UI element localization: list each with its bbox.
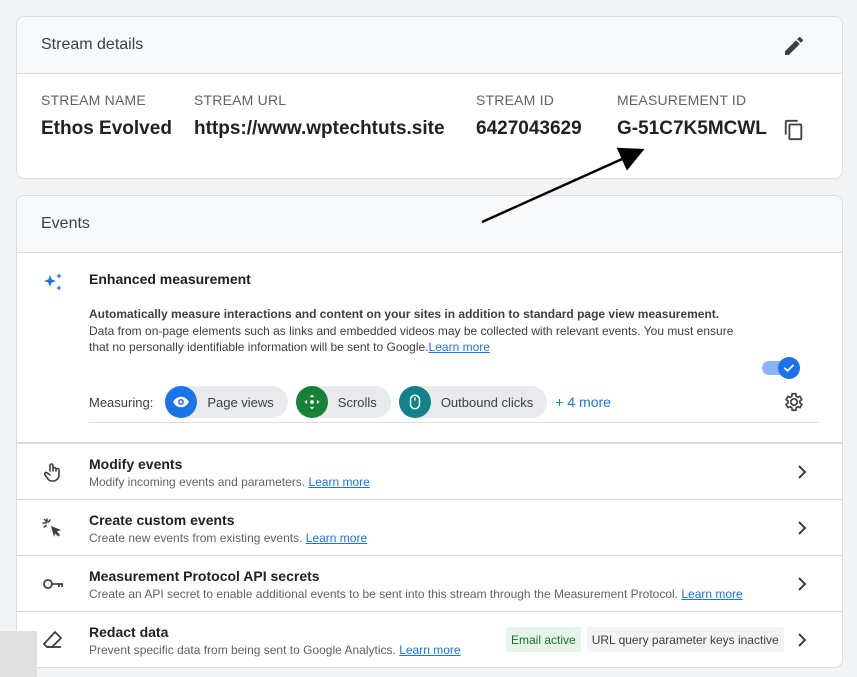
- redact-badges: Email active URL query parameter keys in…: [506, 627, 784, 652]
- row-modify-events[interactable]: Modify events Modify incoming events and…: [17, 444, 842, 500]
- modify-events-learn-more[interactable]: Learn more: [308, 475, 369, 489]
- chip-page-views-label: Page views: [207, 394, 274, 410]
- chevron-right-icon: [798, 465, 807, 479]
- chevron-right-icon: [798, 633, 807, 647]
- chip-page-views[interactable]: Page views: [165, 386, 288, 418]
- redact-data-learn-more[interactable]: Learn more: [399, 643, 460, 657]
- scroll-icon: [295, 386, 328, 418]
- row-redact-data-sub: Prevent specific data from being sent to…: [89, 643, 461, 657]
- row-create-custom-events-sub: Create new events from existing events. …: [89, 531, 367, 545]
- measuring-row: Measuring: Page views Scrolls Outbound c…: [89, 386, 611, 418]
- stream-id-label: STREAM ID: [476, 92, 555, 108]
- stream-url-value: https://www.wptechtuts.site: [194, 118, 445, 139]
- corner-overlay: [0, 631, 37, 677]
- sparkle-icon: [44, 273, 62, 291]
- measurement-id-value[interactable]: G-51C7K5MCWL: [617, 118, 767, 140]
- create-custom-events-learn-more[interactable]: Learn more: [306, 531, 367, 545]
- eye-icon: [165, 386, 198, 418]
- key-icon: [43, 579, 63, 589]
- touch-icon: [43, 463, 60, 482]
- events-title: Events: [41, 215, 90, 232]
- enhanced-desc-text: Data from on-page elements such as links…: [89, 324, 734, 354]
- edit-icon[interactable]: [782, 34, 806, 58]
- row-modify-events-title: Modify events: [89, 456, 183, 472]
- check-icon: [784, 364, 794, 372]
- row-modify-events-sub: Modify incoming events and parameters. L…: [89, 475, 370, 489]
- stream-id-field: STREAM ID 6427043629: [476, 92, 582, 140]
- enhanced-measurement-desc-bold: Automatically measure interactions and c…: [89, 307, 720, 321]
- stream-details-body: STREAM NAME Ethos Evolved STREAM URL htt…: [17, 74, 842, 178]
- row-modify-events-desc: Modify incoming events and parameters.: [89, 475, 306, 489]
- chevron-right-icon: [798, 521, 807, 535]
- copy-icon[interactable]: [783, 119, 805, 141]
- measurement-protocol-learn-more[interactable]: Learn more: [681, 587, 742, 601]
- row-redact-data-desc: Prevent specific data from being sent to…: [89, 643, 396, 657]
- measurement-id-field: MEASUREMENT ID G-51C7K5MCWL: [617, 92, 767, 140]
- row-create-custom-events-desc: Create new events from existing events.: [89, 531, 303, 545]
- enhanced-measurement-desc: Data from on-page elements such as links…: [89, 323, 739, 355]
- stream-id-value: 6427043629: [476, 118, 582, 139]
- events-header: Events: [17, 196, 842, 253]
- email-status-badge: Email active: [506, 627, 581, 652]
- stream-url-label: STREAM URL: [194, 92, 287, 108]
- measuring-label: Measuring:: [89, 394, 154, 410]
- stream-details-header: Stream details: [17, 17, 842, 74]
- events-card: Events Enhanced measurement Automaticall…: [16, 195, 843, 668]
- row-measurement-protocol-title: Measurement Protocol API secrets: [89, 568, 320, 584]
- row-measurement-protocol-sub: Create an API secret to enable additiona…: [89, 587, 743, 601]
- stream-details-title: Stream details: [41, 36, 144, 53]
- row-redact-data[interactable]: Redact data Prevent specific data from b…: [17, 612, 842, 667]
- chip-outbound-clicks-label: Outbound clicks: [440, 394, 534, 410]
- stream-name-label: STREAM NAME: [41, 92, 146, 108]
- enhanced-divider: [89, 422, 818, 423]
- stream-name-field: STREAM NAME Ethos Evolved: [41, 92, 172, 140]
- chip-outbound-clicks[interactable]: Outbound clicks: [398, 386, 548, 418]
- toggle-thumb: [778, 357, 800, 379]
- row-create-custom-events-title: Create custom events: [89, 512, 235, 528]
- stream-name-value: Ethos Evolved: [41, 118, 172, 139]
- row-measurement-protocol-desc: Create an API secret to enable additiona…: [89, 587, 679, 601]
- mouse-icon: [398, 386, 431, 418]
- chip-scrolls-label: Scrolls: [337, 394, 377, 410]
- row-measurement-protocol[interactable]: Measurement Protocol API secrets Create …: [17, 556, 842, 612]
- enhanced-measurement-title: Enhanced measurement: [89, 271, 251, 287]
- stream-url-field: STREAM URL https://www.wptechtuts.site: [194, 92, 445, 140]
- sparkle-cursor-icon: [42, 518, 61, 537]
- stream-details-card: Stream details STREAM NAME Ethos Evolved…: [16, 16, 843, 179]
- gear-icon[interactable]: [783, 391, 805, 413]
- measurement-id-label: MEASUREMENT ID: [617, 92, 747, 108]
- enhanced-learn-more-link[interactable]: Learn more: [429, 340, 490, 354]
- events-list: Modify events Modify incoming events and…: [17, 443, 842, 667]
- more-measuring-link[interactable]: + 4 more: [555, 394, 611, 410]
- row-create-custom-events[interactable]: Create custom events Create new events f…: [17, 500, 842, 556]
- enhanced-measurement-toggle[interactable]: [762, 357, 800, 379]
- chevron-right-icon: [798, 577, 807, 591]
- chip-scrolls[interactable]: Scrolls: [295, 386, 391, 418]
- eraser-icon: [43, 631, 62, 648]
- url-query-status-badge: URL query parameter keys inactive: [586, 627, 784, 652]
- row-redact-data-title: Redact data: [89, 624, 169, 640]
